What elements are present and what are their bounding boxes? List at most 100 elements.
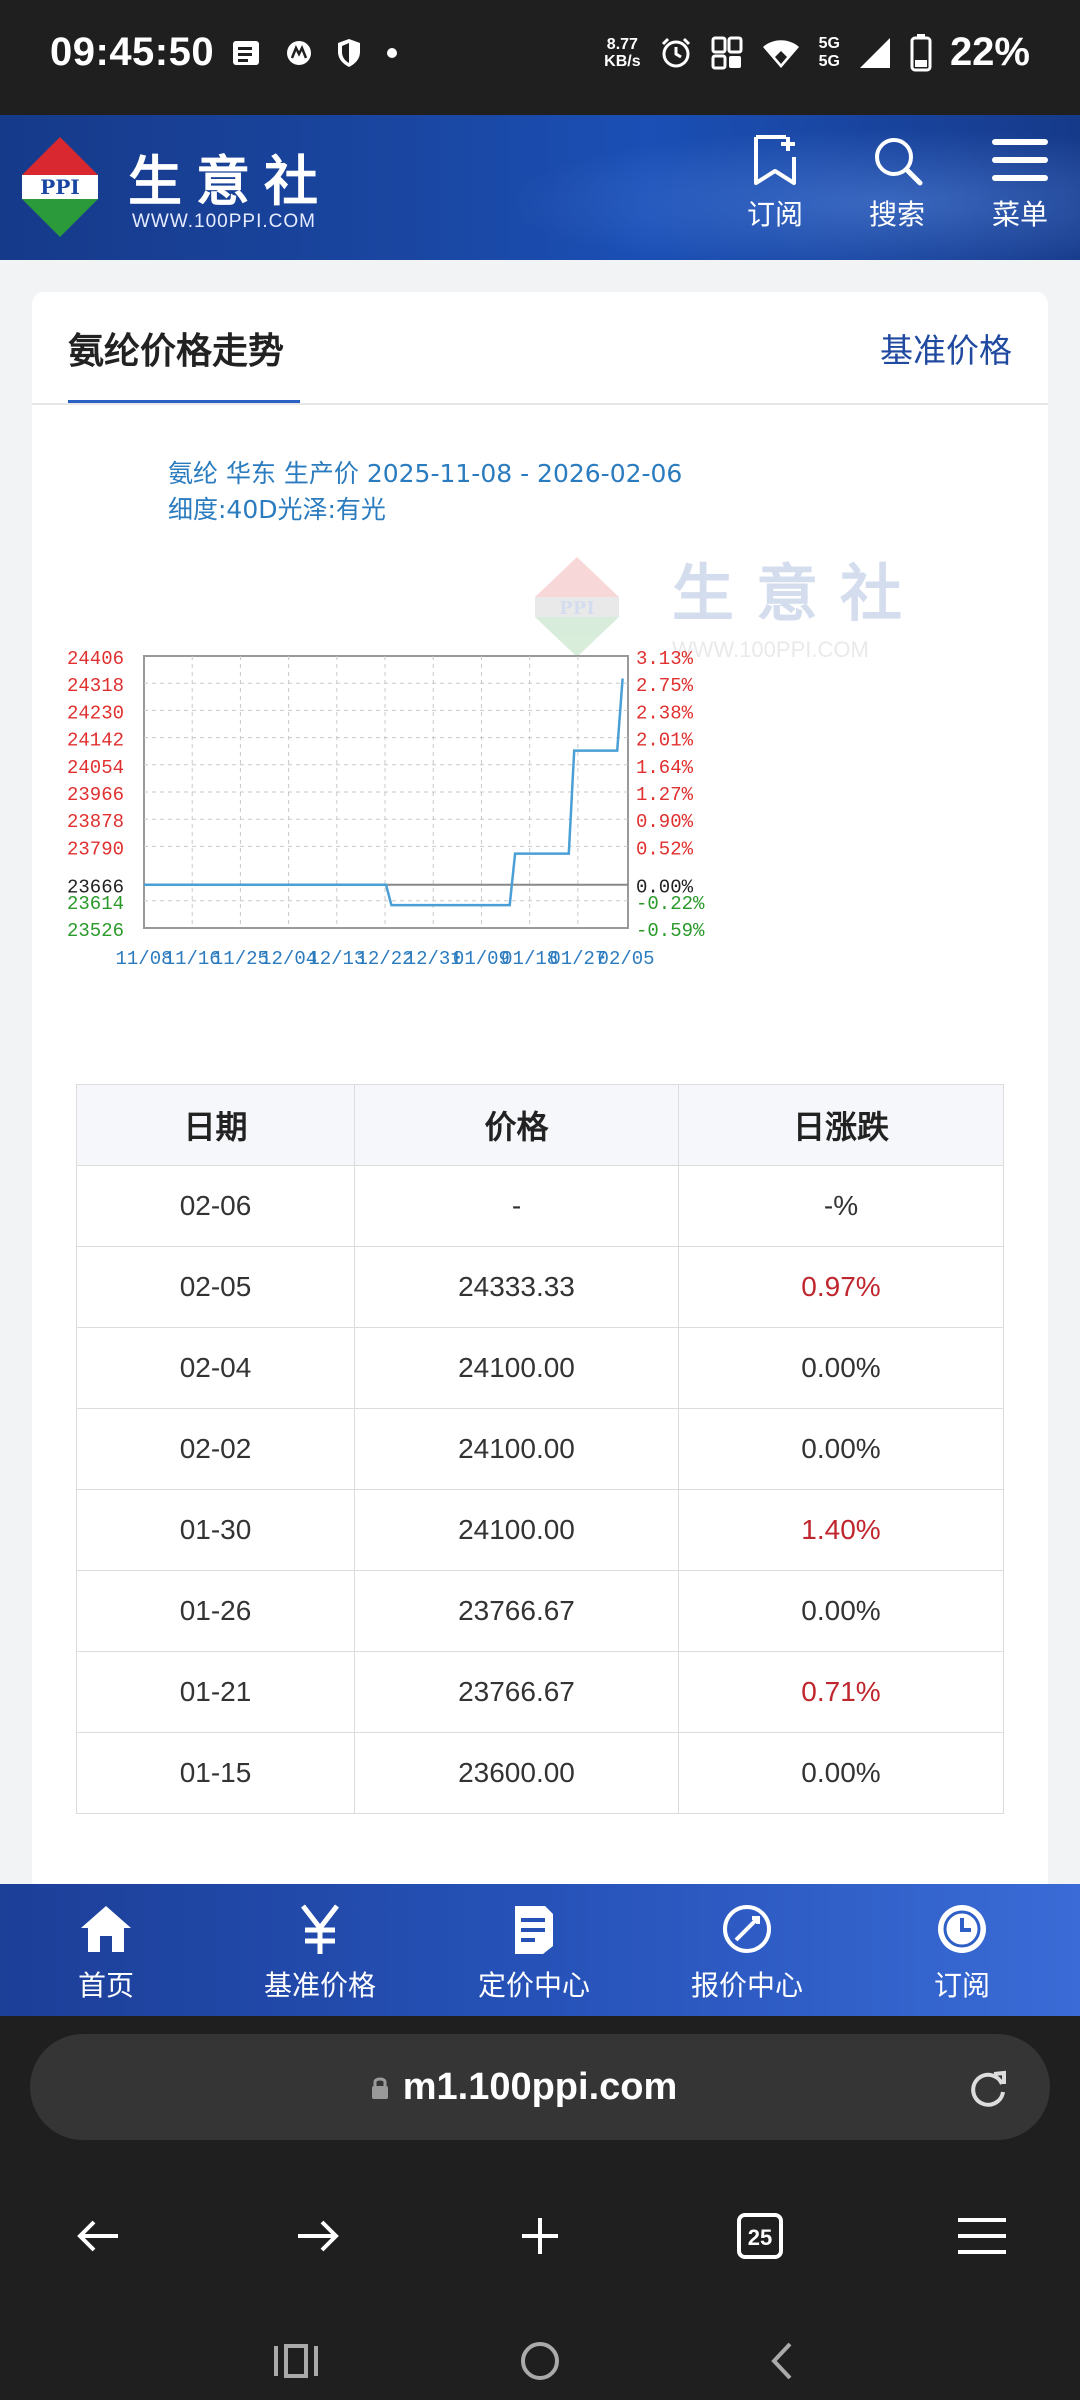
price-trend-card: 氨纶价格走势 基准价格 PPI 生意社 WWW.100PPI.COM 氨纶 华东… [32, 292, 1048, 1892]
cell-price: - [354, 1165, 679, 1247]
system-back-icon[interactable] [744, 2326, 824, 2396]
status-system-icons: 8.77 KB/s 5G 5G 22% [604, 30, 1030, 75]
bookmark-add-icon [754, 135, 796, 185]
chart-watermark: PPI 生意社 WWW.100PPI.COM [535, 557, 902, 662]
home-circle-icon[interactable] [500, 2326, 580, 2396]
document-icon [515, 1906, 553, 1954]
benchmark-price-link[interactable]: 基准价格 [880, 324, 1012, 372]
battery-icon [910, 33, 932, 71]
news-notification-icon [233, 41, 259, 65]
y-tick-label: 23526 [67, 920, 124, 942]
chart-series [144, 678, 624, 907]
table-row: 02-02 24100.00 0.00% [76, 1408, 1004, 1490]
nav-benchmark-label: 基准价格 [263, 1969, 376, 2002]
url-text: m1.100ppi.com [402, 2066, 678, 2108]
series-line [144, 678, 624, 907]
battery-percent: 22% [949, 30, 1030, 74]
cell-change: 0.00% [678, 1732, 1004, 1814]
y2-tick-label: 2.01% [636, 730, 694, 752]
y-axis-ticks: 24406 24318 24230 24142 24054 23966 23878 23790… [67, 648, 124, 942]
x-tick-label: 02/05 [598, 948, 655, 970]
nav-quotes-label: 报价中心 [690, 1969, 803, 2002]
tabs-button[interactable]: 25 [720, 2196, 800, 2276]
table-row: 02-04 24100.00 0.00% [76, 1327, 1004, 1409]
home-icon [81, 1906, 131, 1952]
nav-quotes[interactable]: 报价中心 [657, 1902, 837, 2004]
nfc-icon [711, 36, 743, 69]
search-icon [875, 138, 923, 186]
y-tick-label: 24142 [67, 730, 124, 752]
card-divider [32, 403, 1048, 405]
cell-change: -% [678, 1165, 1004, 1247]
nav-home[interactable]: 首页 [16, 1902, 196, 2004]
y-tick-label: 24318 [67, 675, 124, 697]
nav-home-label: 首页 [77, 1969, 134, 2002]
y2-tick-label: -0.22% [636, 893, 705, 915]
y2-tick-label: 1.64% [636, 757, 694, 779]
nav-subscribe-label: 订阅 [933, 1969, 990, 2002]
cell-change: 0.97% [678, 1246, 1004, 1328]
yen-icon [301, 1904, 339, 1954]
y2-tick-label: 2.38% [636, 702, 694, 724]
search-label: 搜索 [868, 198, 925, 231]
cell-change: 0.00% [678, 1408, 1004, 1490]
cell-price: 24100.00 [354, 1408, 679, 1490]
network-type: 5G 5G [818, 34, 840, 70]
logo-text: PPI [40, 175, 79, 199]
nav-subscribe[interactable]: 订阅 [872, 1902, 1052, 2004]
app-header: PPI 生意社 WWW.100PPI.COM 订阅 搜索 菜单 [0, 115, 1080, 260]
dot-icon [387, 48, 397, 58]
cell-date: 02-04 [76, 1327, 355, 1409]
price-chart: PPI 生意社 WWW.100PPI.COM 氨纶 华东 生产价 2025-11… [32, 432, 1048, 992]
y2-tick-label: -0.59% [636, 920, 705, 942]
table-row: 01-26 23766.67 0.00% [76, 1570, 1004, 1652]
table-row: 02-05 24333.33 0.97% [76, 1246, 1004, 1328]
brand-name: 生意社 [128, 149, 332, 213]
address-bar[interactable]: m1.100ppi.com [30, 2034, 1050, 2140]
browser-menu-icon[interactable] [942, 2196, 1022, 2276]
status-time: 09:45:50 [50, 30, 215, 74]
y2-tick-label: 0.52% [636, 838, 694, 860]
y2-tick-label: 2.75% [636, 675, 694, 697]
cell-change: 0.71% [678, 1651, 1004, 1733]
nav-pricing[interactable]: 定价中心 [444, 1902, 624, 2004]
y2-tick-label: 3.13% [636, 648, 694, 670]
cell-price: 24100.00 [354, 1327, 679, 1409]
cell-change: 1.40% [678, 1489, 1004, 1571]
chart-subtitle: 细度:40D光泽:有光 [168, 495, 386, 524]
cell-price: 24333.33 [354, 1246, 679, 1328]
y-tick-label: 23790 [67, 838, 124, 860]
table-row: 01-21 23766.67 0.71% [76, 1651, 1004, 1733]
new-tab-icon[interactable] [500, 2196, 580, 2276]
hamburger-menu-icon [992, 139, 1048, 181]
y-tick-label: 23966 [67, 784, 124, 806]
shield-icon [338, 39, 360, 67]
quote-tag-icon [723, 1905, 771, 1953]
chart-title: 氨纶 华东 生产价 2025-11-08 - 2026-02-06 [168, 459, 682, 488]
cell-price: 23766.67 [354, 1651, 679, 1733]
card-title: 氨纶价格走势 [68, 331, 285, 372]
col-price-header: 价格 [354, 1084, 679, 1166]
signal-icon [859, 37, 890, 68]
col-date-header: 日期 [76, 1084, 355, 1166]
subscribe-button[interactable]: 订阅 [730, 133, 820, 233]
watermark-logo-text: PPI [559, 598, 595, 619]
x-axis-ticks: 11/0811/1611/2512/0412/1312/2212/3101/09… [115, 948, 654, 970]
cell-date: 02-02 [76, 1408, 355, 1490]
back-icon[interactable] [58, 2196, 138, 2276]
search-button[interactable]: 搜索 [852, 133, 942, 233]
nav-benchmark[interactable]: 基准价格 [230, 1902, 410, 2004]
forward-icon[interactable] [278, 2196, 358, 2276]
reload-icon[interactable] [964, 2064, 1012, 2112]
net-speed: 8.77 KB/s [604, 35, 641, 70]
menu-button[interactable]: 菜单 [975, 133, 1065, 233]
table-row: 01-30 24100.00 1.40% [76, 1489, 1004, 1571]
cell-date: 01-21 [76, 1651, 355, 1733]
recents-icon[interactable] [256, 2326, 336, 2396]
tab-count: 25 [748, 2225, 772, 2250]
table-header-row: 日期 价格 日涨跌 [76, 1084, 1004, 1166]
subscribe-label: 订阅 [746, 198, 803, 231]
cell-price: 23766.67 [354, 1570, 679, 1652]
wifi-icon [762, 39, 799, 68]
y-tick-label: 23614 [67, 893, 124, 915]
